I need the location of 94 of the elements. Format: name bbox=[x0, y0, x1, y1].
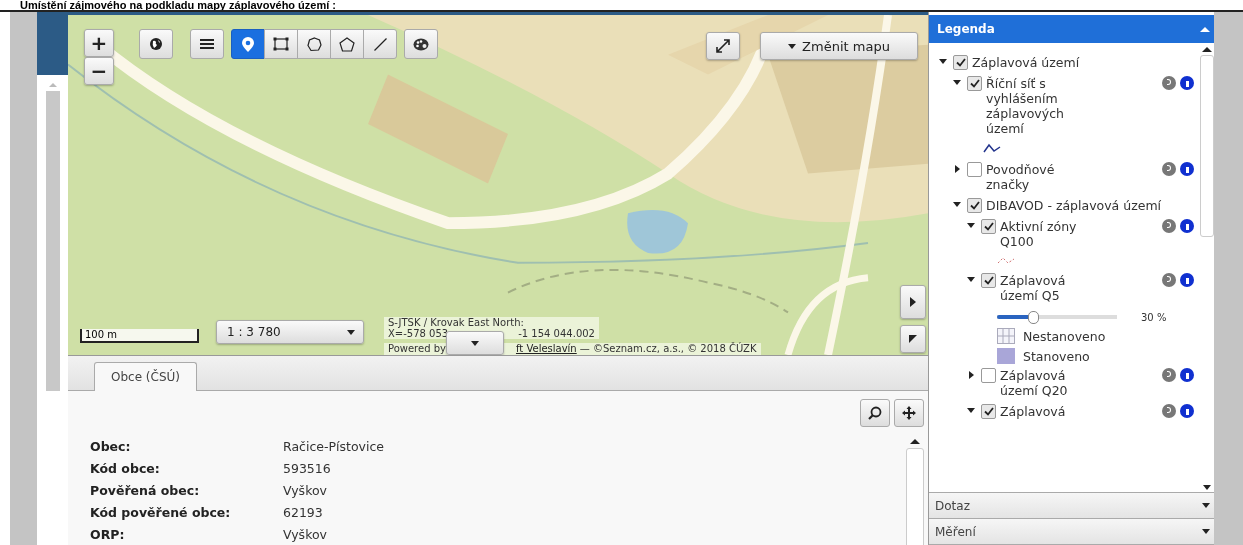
detail-value: Vyškov bbox=[283, 526, 327, 544]
info-icon[interactable] bbox=[1180, 368, 1194, 382]
collapse-arrow-icon[interactable] bbox=[967, 223, 975, 228]
scrollbar-thumb[interactable] bbox=[45, 91, 60, 391]
layer-label: Záplavová bbox=[1000, 404, 1067, 419]
layer-label: Povodňové značky bbox=[986, 162, 1056, 192]
palette-icon bbox=[413, 37, 429, 51]
collapse-arrow-icon[interactable] bbox=[953, 202, 961, 207]
layer-checkbox[interactable] bbox=[967, 198, 982, 213]
layer-label: Říční síť s vyhlášením záplavových území bbox=[986, 76, 1065, 136]
side-scrollbar[interactable] bbox=[10, 12, 37, 545]
color-swatch bbox=[997, 348, 1015, 364]
map-tool-button[interactable] bbox=[190, 29, 224, 59]
expand-arrow-icon[interactable] bbox=[969, 371, 974, 379]
coordinate-x: X=-578 053 bbox=[388, 328, 449, 339]
collapse-arrow-icon[interactable] bbox=[939, 59, 947, 64]
layer-checkbox[interactable] bbox=[981, 404, 996, 419]
scale-select[interactable]: 1 : 3 780 bbox=[216, 320, 364, 344]
layer-label: Záplavová území bbox=[972, 55, 1081, 70]
layer-checkbox[interactable] bbox=[967, 162, 982, 177]
info-icon[interactable] bbox=[1180, 273, 1194, 287]
help-icon[interactable] bbox=[1162, 76, 1176, 90]
detail-value: Vyškov bbox=[283, 482, 327, 500]
zoom-to-button[interactable] bbox=[860, 399, 890, 427]
map-tool-button[interactable] bbox=[404, 29, 438, 59]
info-icon[interactable] bbox=[1180, 219, 1194, 233]
search-icon bbox=[868, 406, 882, 420]
collapse-arrow-icon[interactable] bbox=[967, 277, 975, 282]
map-pin-icon bbox=[242, 36, 254, 52]
zoom-out-button[interactable]: − bbox=[84, 57, 114, 85]
detail-label: ORP: bbox=[90, 526, 126, 544]
legend-header[interactable]: Legenda bbox=[929, 15, 1214, 43]
expand-panel-button[interactable] bbox=[900, 285, 926, 319]
layer-checkbox[interactable] bbox=[981, 368, 996, 383]
accordion-header[interactable]: Dotaz bbox=[929, 493, 1214, 519]
attribution-text: Powered by bbox=[388, 343, 446, 355]
help-icon[interactable] bbox=[1162, 368, 1176, 382]
class-label: Nestanoveno bbox=[1023, 328, 1106, 344]
tab[interactable]: Obce (ČSÚ) bbox=[94, 362, 197, 391]
layer-label: DIBAVOD - záplavová území bbox=[986, 198, 1163, 213]
layer-checkbox[interactable] bbox=[981, 219, 996, 234]
scale-bar: 100 m bbox=[80, 329, 199, 343]
info-icon[interactable] bbox=[1180, 162, 1194, 176]
attribution-text: — ©Seznam.cz, a.s., © 2018 ČÚZK bbox=[579, 343, 757, 355]
change-map-button[interactable]: Změnit mapu bbox=[760, 32, 918, 60]
map-tool-button[interactable] bbox=[231, 29, 265, 59]
map-tool-button[interactable] bbox=[264, 29, 298, 59]
hatched-swatch bbox=[997, 328, 1015, 344]
help-icon[interactable] bbox=[1162, 219, 1176, 233]
line-icon bbox=[372, 36, 388, 52]
attribution-link[interactable]: ft Veleslavín bbox=[515, 343, 577, 355]
side-panel-header bbox=[37, 15, 68, 75]
detail-value: Račice-Pístovice bbox=[283, 438, 384, 456]
detail-label: Pověřená obec: bbox=[90, 482, 201, 500]
help-icon[interactable] bbox=[1162, 273, 1176, 287]
collapse-arrow-icon[interactable] bbox=[967, 408, 975, 413]
rectangle-icon bbox=[273, 37, 289, 51]
globe-icon bbox=[149, 37, 163, 51]
zoom-in-button[interactable]: + bbox=[84, 29, 114, 57]
scrollbar[interactable] bbox=[906, 439, 924, 545]
map-tool-button[interactable] bbox=[297, 29, 331, 59]
layer-label: Aktivní zóny Q100 bbox=[1000, 219, 1078, 249]
info-icon[interactable] bbox=[1180, 76, 1194, 90]
polygon-icon bbox=[339, 36, 355, 52]
opacity-reading: 30 % bbox=[1141, 312, 1167, 323]
detail-label: Kód obce: bbox=[90, 460, 161, 478]
help-icon[interactable] bbox=[1162, 162, 1176, 176]
fullscreen-button[interactable] bbox=[706, 32, 740, 60]
help-icon[interactable] bbox=[1162, 404, 1176, 418]
map-tool-button[interactable] bbox=[139, 29, 173, 59]
fullscreen-icon bbox=[716, 39, 730, 53]
collapse-corner-button[interactable] bbox=[900, 325, 926, 353]
layer-label: Záplavová území Q20 bbox=[1000, 368, 1069, 398]
layer-checkbox[interactable] bbox=[981, 273, 996, 288]
detail-label: Kód pověřené obce: bbox=[90, 504, 232, 522]
class-label: Stanoveno bbox=[1023, 348, 1090, 364]
detail-label: Obec: bbox=[90, 438, 132, 456]
river-line-symbol bbox=[983, 142, 1001, 154]
layer-label: Záplavová území Q5 bbox=[1000, 273, 1067, 303]
accordion-header[interactable]: Měření bbox=[929, 519, 1214, 545]
menu-icon bbox=[200, 38, 214, 50]
layer-checkbox[interactable] bbox=[967, 76, 982, 91]
legend-title: Legenda bbox=[937, 22, 995, 36]
collapse-arrow-icon[interactable] bbox=[953, 80, 961, 85]
info-icon[interactable] bbox=[1180, 404, 1194, 418]
move-button[interactable] bbox=[894, 399, 924, 427]
layer-checkbox[interactable] bbox=[953, 55, 968, 70]
map-tool-button[interactable] bbox=[330, 29, 364, 59]
move-icon bbox=[902, 406, 916, 420]
detail-value: 62193 bbox=[283, 504, 323, 522]
coordinates-label: S-JTSK / Krovak East North: bbox=[388, 317, 525, 328]
detail-value: 593516 bbox=[283, 460, 331, 478]
coordinate-y: -1 154 044.002 bbox=[518, 328, 595, 339]
expand-arrow-icon[interactable] bbox=[955, 165, 960, 173]
